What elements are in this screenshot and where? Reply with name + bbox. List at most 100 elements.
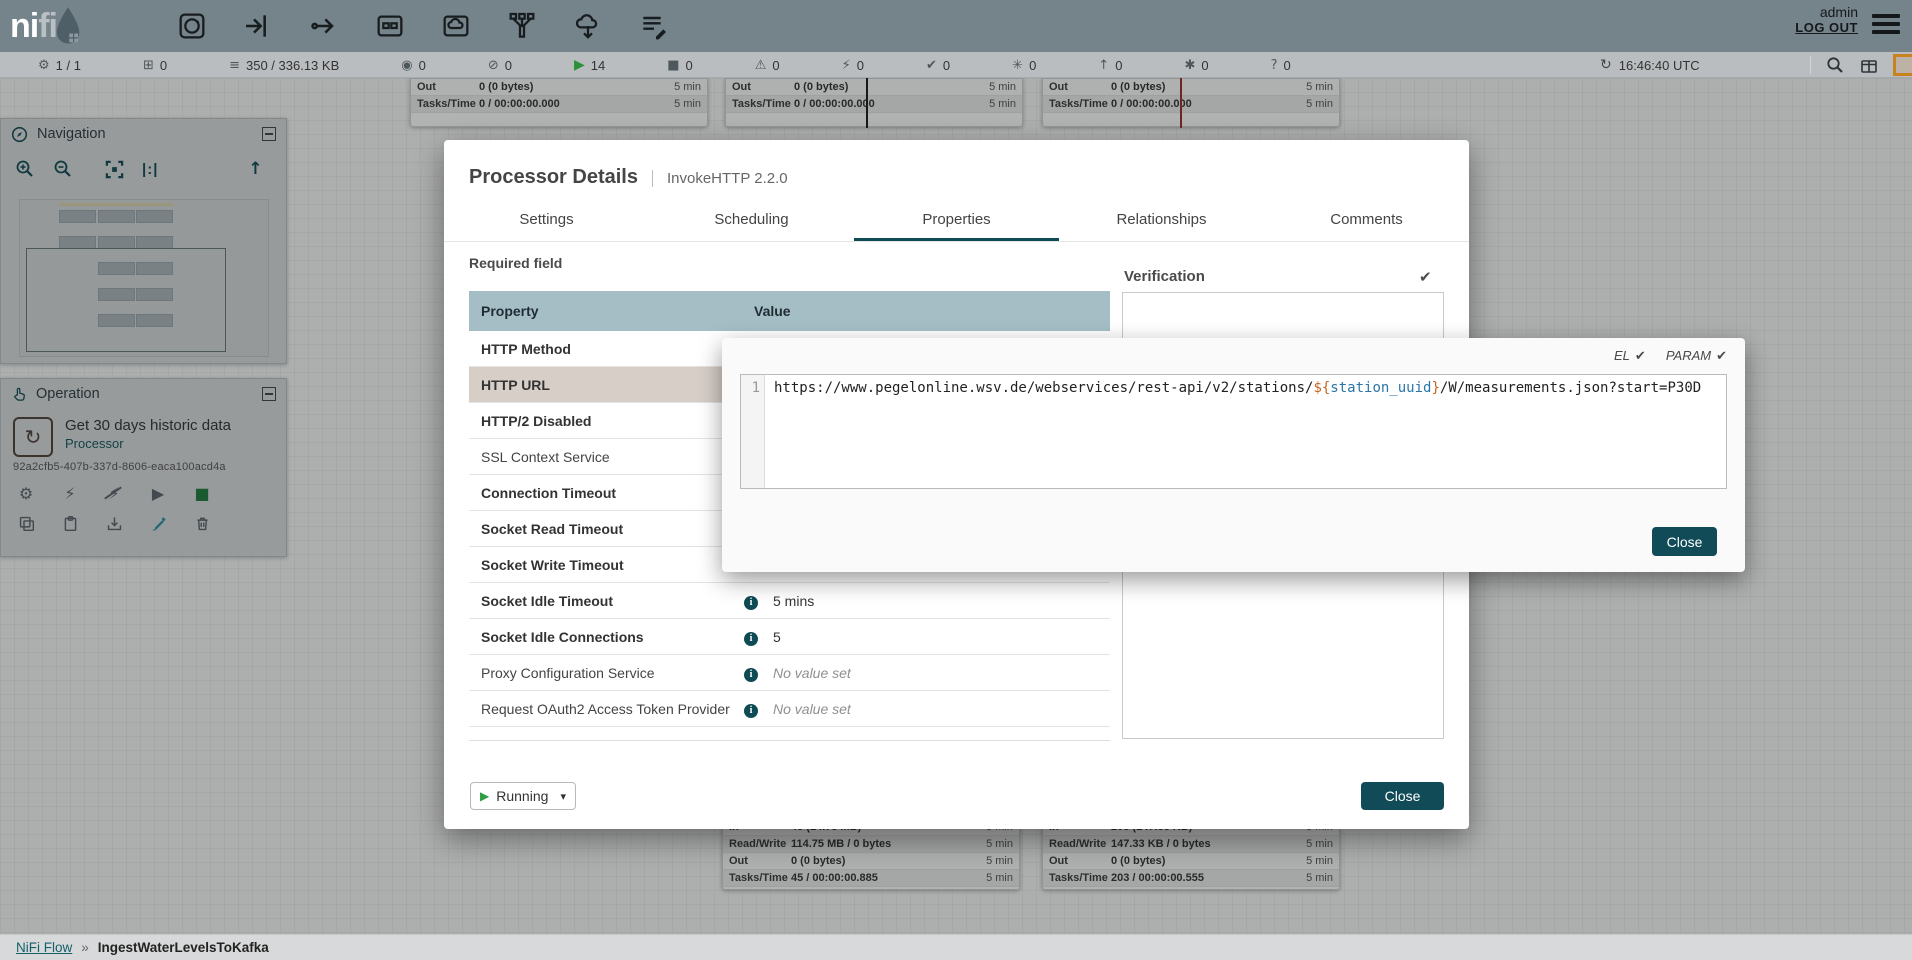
status-indicators: ⚙1 / 1 ⊞0 ≡350 / 336.13 KB ◉0 ⊘0 ▶14 ■0 … [38,52,1291,78]
queued-icon: ≡ [229,58,240,73]
dialog-close-button[interactable]: Close [1361,782,1444,810]
dialog-title-text: Processor Details [469,166,638,189]
line-number: 1 [741,375,765,488]
running-icon: ▶ [574,57,585,73]
breadcrumb: NiFi Flow » IngestWaterLevelsToKafka [0,934,1912,960]
threads-icon: ⚙ [38,58,50,73]
tab-relationships[interactable]: Relationships [1059,202,1264,241]
logo-text-ni: ni [10,7,38,46]
stale-indicator: ↑0 [1098,58,1122,73]
table-header: Property Value [469,291,1110,331]
processor-type-version: InvokeHTTP 2.2.0 [652,170,788,187]
output-port-icon[interactable] [308,10,340,42]
property-column-header: Property [469,303,754,319]
info-icon[interactable] [744,704,758,718]
search-icon[interactable] [1825,55,1845,75]
tab-scheduling[interactable]: Scheduling [649,202,854,241]
tab-settings[interactable]: Settings [444,202,649,241]
stopped-icon: ■ [667,58,679,73]
stopped-indicator: ■0 [667,58,693,73]
run-state-label: Running [496,788,548,804]
info-icon[interactable] [744,668,758,682]
property-value-editor: EL✔ PARAM✔ 1 https://www.pegelonline.wsv… [722,338,1745,572]
table-row[interactable]: Socket Idle Timeout5 mins [469,583,1110,619]
label-icon[interactable] [638,10,670,42]
value-code-editor[interactable]: 1 https://www.pegelonline.wsv.de/webserv… [740,374,1727,489]
user-area: admin LOG OUT [1795,4,1858,35]
active-threads-indicator: ⚙1 / 1 [38,58,81,73]
verification-label: Verification [1124,268,1205,285]
table-row[interactable]: Socket Idle Connections5 [469,619,1110,655]
remote-process-group-icon[interactable] [440,10,472,42]
active-panel-toggle[interactable] [1893,54,1912,76]
tab-properties[interactable]: Properties [854,202,1059,241]
refresh-status[interactable]: ↻ 16:46:40 UTC [1600,52,1700,78]
cloud-download-icon[interactable] [572,10,604,42]
editor-capabilities: EL✔ PARAM✔ [1614,348,1727,364]
app-header: nifi admin LOG OUT [0,0,1912,52]
breadcrumb-separator: » [81,940,89,955]
check-icon: ✔ [1635,349,1646,364]
flow-canvas[interactable]: Out0 (0 bytes)5 min Tasks/Time0 / 00:00:… [0,78,1912,934]
water-drop-icon [53,6,83,46]
global-menu-icon[interactable] [1872,14,1900,38]
up-to-date-indicator: ✔0 [926,58,950,73]
cluster-indicator: ⊞0 [143,58,167,73]
verification-check-icon[interactable]: ✔ [1419,268,1432,286]
status-bar: ⚙1 / 1 ⊞0 ≡350 / 336.13 KB ◉0 ⊘0 ▶14 ■0 … [0,52,1912,78]
run-state-button[interactable]: ▶ Running ▾ [470,782,576,810]
invalid-indicator: ⚠0 [755,58,780,73]
funnel-icon[interactable] [506,10,538,42]
nifi-logo: nifi [10,6,160,46]
value-column-header: Value [754,303,791,319]
table-row[interactable]: Proxy Configuration ServiceNo value set [469,655,1110,691]
breadcrumb-current-group: IngestWaterLevelsToKafka [98,940,269,955]
current-user: admin [1795,4,1858,20]
last-refresh-time: 16:46:40 UTC [1619,58,1700,73]
tab-comments[interactable]: Comments [1264,202,1469,241]
not-transmitting-icon: ⊘ [488,58,499,73]
info-icon[interactable] [744,740,758,742]
cluster-icon: ⊞ [143,58,154,73]
dialog-tabs: Settings Scheduling Properties Relations… [444,202,1469,242]
input-port-icon[interactable] [242,10,274,42]
disabled-indicator: ⚡0 [842,58,864,73]
sync-failure-icon: ? [1271,58,1278,73]
component-toolbar [176,10,670,42]
el-supported-badge: EL✔ [1614,348,1646,364]
editor-close-button[interactable]: Close [1652,527,1717,556]
refresh-icon[interactable]: ↻ [1600,57,1612,73]
chevron-down-icon: ▾ [560,790,566,803]
breadcrumb-root-link[interactable]: NiFi Flow [16,940,72,955]
not-transmitting-indicator: ⊘0 [488,58,512,73]
invalid-icon: ⚠ [755,58,767,73]
http-url-value[interactable]: https://www.pegelonline.wsv.de/webservic… [765,375,1726,488]
locally-modified-stale-indicator: ✱0 [1184,58,1208,73]
play-icon: ▶ [480,789,489,803]
check-icon: ✔ [1716,349,1727,364]
disabled-icon: ⚡ [842,58,851,73]
transmitting-icon: ◉ [401,58,412,73]
table-row[interactable]: Request OAuth2 Access Token ProviderNo v… [469,691,1110,727]
running-indicator: ▶14 [574,57,605,73]
param-supported-badge: PARAM✔ [1666,348,1727,364]
transmitting-indicator: ◉0 [401,58,426,73]
up-to-date-icon: ✔ [926,58,937,73]
sync-failure-indicator: ?0 [1271,58,1291,73]
table-row[interactable]: No value set [469,727,1110,741]
processor-icon[interactable] [176,10,208,42]
dialog-title: Processor Details InvokeHTTP 2.2.0 [469,166,788,189]
locally-modified-stale-icon: ✱ [1184,58,1195,73]
locally-modified-indicator: ✳0 [1012,58,1036,73]
package-icon[interactable] [1859,55,1879,75]
stale-icon: ↑ [1098,58,1109,73]
queued-indicator: ≡350 / 336.13 KB [229,58,339,73]
info-icon[interactable] [744,596,758,610]
process-group-icon[interactable] [374,10,406,42]
required-field-label: Required field [469,255,562,271]
info-icon[interactable] [744,632,758,646]
status-bar-actions [1810,52,1912,78]
logout-link[interactable]: LOG OUT [1795,20,1858,35]
divider [1810,56,1811,74]
locally-modified-icon: ✳ [1012,58,1023,73]
